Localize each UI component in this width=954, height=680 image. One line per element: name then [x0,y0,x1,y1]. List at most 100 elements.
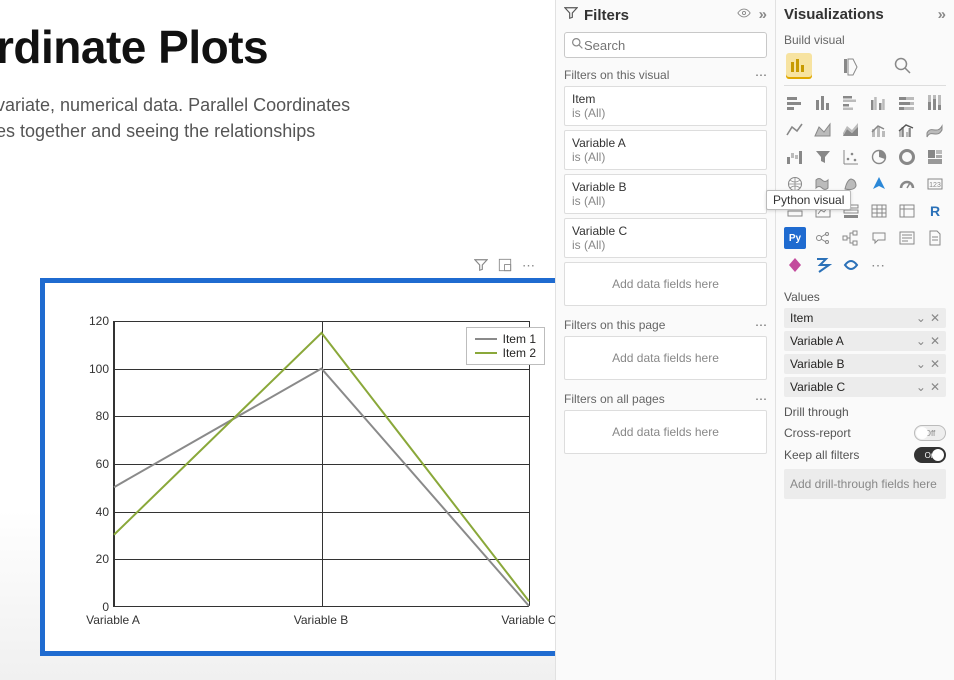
section-more-icon[interactable]: ⋯ [755,392,767,406]
area-chart-icon[interactable] [812,119,834,141]
smart-narrative-icon[interactable] [896,227,918,249]
line-clustered-column-icon[interactable] [896,119,918,141]
visualization-gallery: 123 R Py ⋯ [784,90,946,282]
remove-field-icon[interactable]: ✕ [930,334,940,348]
eye-icon[interactable] [737,6,751,24]
page-title: rdinate Plots [0,20,555,74]
keep-all-filters-label: Keep all filters [784,448,859,462]
funnel-chart-icon[interactable] [812,146,834,168]
r-visual-icon[interactable]: R [924,200,946,222]
visual-header: ⋯ [474,258,537,275]
keep-all-filters-toggle[interactable]: On [914,447,946,463]
arcgis-maps-icon[interactable] [840,254,862,276]
search-icon [571,37,584,53]
filters-on-all-pages-label: Filters on all pages [564,392,665,406]
field-label: Variable C [790,380,845,394]
card-icon[interactable]: 123 [924,173,946,195]
python-visual-frame[interactable]: 120 100 80 60 40 20 0 Variable A Variabl… [40,278,555,656]
svg-text:123: 123 [929,182,941,189]
legend-swatch-1 [475,338,497,340]
filter-value: is (All) [572,106,759,120]
decomposition-tree-icon[interactable] [840,227,862,249]
filters-header-label: Filters [584,7,629,24]
legend-item-2: Item 2 [475,346,536,360]
field-well[interactable]: Item ⌄ ✕ [784,308,946,328]
add-visual-filter-drop[interactable]: Add data fields here [564,262,767,306]
more-options-icon[interactable]: ⋯ [522,258,537,275]
pie-chart-icon[interactable] [868,146,890,168]
table-icon[interactable] [868,200,890,222]
waterfall-chart-icon[interactable] [784,146,806,168]
qna-icon[interactable] [868,227,890,249]
analytics-tab[interactable] [890,53,916,79]
filter-search-input[interactable] [584,38,760,53]
filter-search[interactable] [564,32,767,58]
remove-field-icon[interactable]: ✕ [930,311,940,325]
chevron-down-icon[interactable]: ⌄ [912,380,930,394]
focus-mode-icon[interactable] [498,258,512,275]
stacked-area-icon[interactable] [840,119,862,141]
filter-name: Variable C [572,224,759,238]
filter-card[interactable]: Variable A is (All) [564,130,767,170]
filter-icon[interactable] [474,258,488,275]
field-well[interactable]: Variable C ⌄ ✕ [784,377,946,397]
azure-map-icon[interactable] [868,173,890,195]
stacked-bar-chart-icon[interactable] [784,92,806,114]
chevron-down-icon[interactable]: ⌄ [912,357,930,371]
filter-value: is (All) [572,150,759,164]
section-more-icon[interactable]: ⋯ [755,68,767,82]
format-visual-tab[interactable] [838,53,864,79]
filters-on-visual-label: Filters on this visual [564,68,669,82]
treemap-icon[interactable] [924,146,946,168]
filter-name: Variable B [572,180,759,194]
get-more-visuals-icon[interactable]: ⋯ [868,254,890,276]
ribbon-chart-icon[interactable] [924,119,946,141]
filter-name: Item [572,92,759,106]
field-label: Item [790,311,813,325]
build-visual-label: Build visual [784,33,946,47]
remove-field-icon[interactable]: ✕ [930,357,940,371]
filter-value: is (All) [572,238,759,252]
filter-card[interactable]: Variable C is (All) [564,218,767,258]
xtick-1: Variable B [294,613,348,627]
stacked-column-chart-icon[interactable] [812,92,834,114]
chevron-down-icon[interactable]: ⌄ [912,334,930,348]
python-visual-icon[interactable]: Py [784,227,806,249]
clustered-bar-chart-icon[interactable] [840,92,862,114]
power-automate-icon[interactable] [812,254,834,276]
field-well[interactable]: Variable A ⌄ ✕ [784,331,946,351]
xtick-0: Variable A [86,613,140,627]
remove-field-icon[interactable]: ✕ [930,380,940,394]
paginated-report-icon[interactable] [924,227,946,249]
add-page-filter-drop[interactable]: Add data fields here [564,336,767,380]
hundred-percent-column-icon[interactable] [924,92,946,114]
page-subtitle-line2: es together and seeing the relationships [0,118,555,144]
cross-report-toggle[interactable]: Off [914,425,946,441]
chevron-down-icon[interactable]: ⌄ [912,311,930,325]
line-stacked-column-icon[interactable] [868,119,890,141]
key-influencers-icon[interactable] [812,227,834,249]
cross-report-label: Cross-report [784,426,851,440]
report-canvas[interactable]: rdinate Plots variate, numerical data. P… [0,0,555,680]
filter-card[interactable]: Item is (All) [564,86,767,126]
field-well[interactable]: Variable B ⌄ ✕ [784,354,946,374]
section-more-icon[interactable]: ⋯ [755,318,767,332]
gauge-icon[interactable] [896,173,918,195]
drill-through-drop[interactable]: Add drill-through fields here [784,469,946,499]
add-all-pages-filter-drop[interactable]: Add data fields here [564,410,767,454]
build-visual-tab[interactable] [786,53,812,79]
power-apps-icon[interactable] [784,254,806,276]
donut-chart-icon[interactable] [896,146,918,168]
visualizations-pane: Visualizations » Build visual Python vis… [775,0,954,680]
matrix-icon[interactable] [896,200,918,222]
hundred-percent-bar-icon[interactable] [896,92,918,114]
line-chart-icon[interactable] [784,119,806,141]
drill-through-label: Drill through [784,405,946,419]
collapse-pane-icon[interactable]: » [759,6,767,24]
series-item-1 [114,369,529,606]
values-label: Values [784,290,946,304]
clustered-column-chart-icon[interactable] [868,92,890,114]
filter-card[interactable]: Variable B is (All) [564,174,767,214]
scatter-chart-icon[interactable] [840,146,862,168]
collapse-pane-icon[interactable]: » [938,6,946,23]
